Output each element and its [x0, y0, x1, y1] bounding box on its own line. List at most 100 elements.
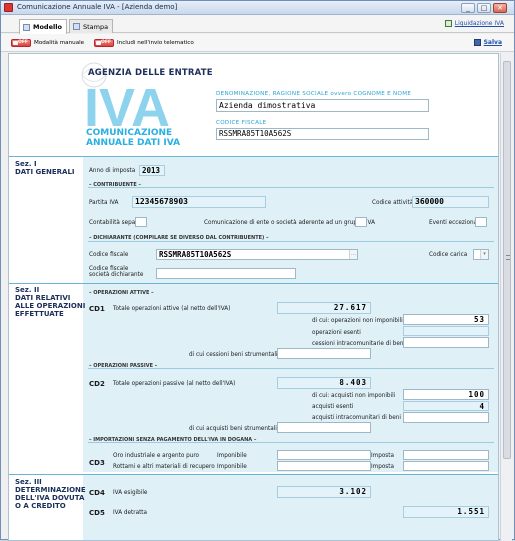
rottami-imponibile-label: Imponibile	[217, 464, 247, 470]
rottami-imposta-field[interactable]	[403, 461, 489, 471]
oro-imposta-field[interactable]	[403, 450, 489, 460]
denominazione-field[interactable]: Azienda dimostrativa	[216, 99, 429, 112]
link-label: Liquidazione IVA	[454, 20, 504, 27]
esenti-label: operazioni esenti	[312, 330, 361, 336]
anno-field[interactable]: 2013	[139, 165, 165, 176]
divider	[88, 368, 494, 369]
title-line: EFFETTUATE	[15, 310, 64, 318]
tab-label: Modello	[33, 23, 62, 31]
acq-intra-label: acquisti intracomunitari di beni	[312, 415, 401, 421]
comunicazione-label: Comunicazione di ente o società aderente…	[204, 220, 375, 226]
non-imponibili-label: di cui: operazioni non imponibili	[312, 318, 403, 324]
close-button[interactable]: ✕	[493, 3, 507, 13]
iva-logo: IVA	[84, 80, 170, 130]
acq-esenti-label: acquisti esenti	[312, 404, 354, 410]
maximize-button[interactable]: □	[477, 3, 491, 13]
tab-bar: Modello Stampa Liquidazione IVA	[1, 15, 514, 34]
cd2-label: Totale operazioni passive (al netto dell…	[113, 381, 236, 387]
save-button[interactable]: Salva	[473, 39, 502, 46]
toggle-label: Includi nell'invio telematico	[117, 40, 194, 46]
oro-label: Oro industriale e argento puro	[113, 453, 200, 459]
piva-field[interactable]: 12345678903	[132, 196, 266, 208]
dichiarante-cf-label: Codice fiscale	[89, 252, 129, 258]
codice-fiscale-field[interactable]: RSSMRA85T10A562S	[216, 128, 429, 140]
cf-societa-label: Codice fiscale società dichiarante	[89, 266, 143, 278]
codice-attivita-field[interactable]: 360000	[412, 196, 489, 208]
app-icon	[4, 3, 13, 12]
piva-label: Partita IVA	[89, 200, 119, 206]
title-line: DATI RELATIVI	[15, 294, 71, 302]
title-line: DETERMINAZIONE	[15, 486, 86, 494]
title-line: Sez. I	[15, 160, 37, 168]
acq-non-imponibili-label: di cui: acquisti non imponibili	[312, 393, 396, 399]
tab-modello[interactable]: Modello	[19, 19, 67, 34]
dichiarante-cf-field[interactable]: RSSMRA85T10A562S …	[156, 249, 358, 260]
beni-strumentali-field[interactable]	[277, 348, 371, 359]
grip-icon	[506, 255, 510, 260]
eventi-label: Eventi eccezionali	[429, 220, 481, 226]
rottami-imponibile-field[interactable]	[277, 461, 371, 471]
cd4-label: IVA esigibile	[113, 490, 148, 496]
ellipsis-icon[interactable]: …	[349, 250, 357, 259]
esenti-field[interactable]	[403, 326, 489, 336]
title-bar[interactable]: Comunicazione Annuale IVA - [Azienda dem…	[1, 1, 514, 15]
include-telematic-toggle[interactable]: OFF Includi nell'invio telematico	[94, 39, 194, 47]
carica-label: Codice carica	[429, 252, 468, 258]
section-3-title: Sez. III DETERMINAZIONE DELL'IVA DOVUTA O A…	[15, 478, 86, 510]
manual-mode-toggle[interactable]: OFF Modalità manuale	[11, 39, 84, 47]
liquidazione-iva-link[interactable]: Liquidazione IVA	[444, 20, 504, 27]
attive-caption: – OPERAZIONI ATTIVE –	[89, 290, 154, 296]
acq-intra-field[interactable]	[403, 412, 489, 423]
label-line: società dichiarante	[89, 272, 144, 278]
toggle-switch[interactable]: OFF	[94, 39, 114, 47]
title-line: ANNUALE DATI IVA	[86, 138, 181, 148]
divider	[88, 241, 494, 242]
title-line: Sez. III	[15, 478, 42, 486]
vertical-scrollbar[interactable]	[500, 53, 512, 541]
codice-attivita-label: Codice attività	[372, 200, 414, 206]
iva-logo-text: IVA	[84, 80, 170, 130]
cd5-label: IVA detratta	[113, 510, 148, 516]
contabilita-checkbox[interactable]	[135, 217, 147, 227]
agency-name: AGENZIA DELLE ENTRATE	[88, 68, 213, 78]
window-title: Comunicazione Annuale IVA - [Azienda dem…	[17, 3, 178, 11]
cessioni-field[interactable]	[403, 337, 489, 348]
rottami-label: Rottami e altri materiali di recupero	[113, 464, 215, 470]
cd2-field[interactable]: 8.403	[277, 377, 371, 389]
app-window: Comunicazione Annuale IVA - [Azienda dem…	[0, 0, 515, 541]
communication-title: COMUNICAZIONE ANNUALE DATI IVA	[86, 128, 180, 148]
denominazione-label: DENOMINAZIONE, RAGIONE SOCIALE ovvero CO…	[216, 91, 412, 97]
cd5-field[interactable]: 1.551	[403, 506, 489, 518]
comunicazione-checkbox[interactable]	[355, 217, 367, 227]
title-line: DATI GENERALI	[15, 168, 75, 176]
cf-societa-field[interactable]	[156, 268, 296, 279]
save-label: Salva	[483, 39, 502, 46]
carica-select[interactable]: ▾	[473, 249, 489, 260]
beni-strumentali-label: di cui cessioni beni strumentali	[189, 352, 278, 358]
cd2-code: CD2	[89, 380, 105, 388]
acq-non-imponibili-field[interactable]: 100	[403, 389, 489, 400]
acq-strumentali-label: di cui acquisti beni strumentali	[189, 426, 277, 432]
minimize-button[interactable]: _	[461, 3, 475, 13]
chevron-down-icon[interactable]: ▾	[480, 250, 488, 259]
cessioni-label: cessioni intracomunitarie di beni	[312, 341, 406, 347]
oro-imposta-label: Imposta	[371, 453, 394, 459]
acq-esenti-field[interactable]: 4	[403, 401, 489, 411]
cf-value: RSSMRA85T10A562S	[159, 250, 232, 259]
tab-stampa[interactable]: Stampa	[69, 19, 114, 33]
cd3-code: CD3	[89, 459, 105, 467]
form-icon	[23, 23, 30, 31]
non-imponibili-field[interactable]: 53	[403, 314, 489, 325]
toggle-switch[interactable]: OFF	[11, 39, 31, 47]
print-icon	[73, 23, 80, 30]
eventi-checkbox[interactable]	[475, 217, 487, 227]
title-line: Sez. II	[15, 286, 40, 294]
acq-strumentali-field[interactable]	[277, 422, 371, 433]
oro-imponibile-field[interactable]	[277, 450, 371, 460]
anno-label: Anno di imposta	[89, 168, 136, 174]
calculator-icon	[444, 20, 452, 27]
title-line: ALLE OPERAZIONI	[15, 302, 86, 310]
cd4-field[interactable]: 3.102	[277, 486, 371, 498]
cd1-field[interactable]: 27.617	[277, 302, 371, 314]
scrollbar-thumb[interactable]	[503, 61, 511, 459]
